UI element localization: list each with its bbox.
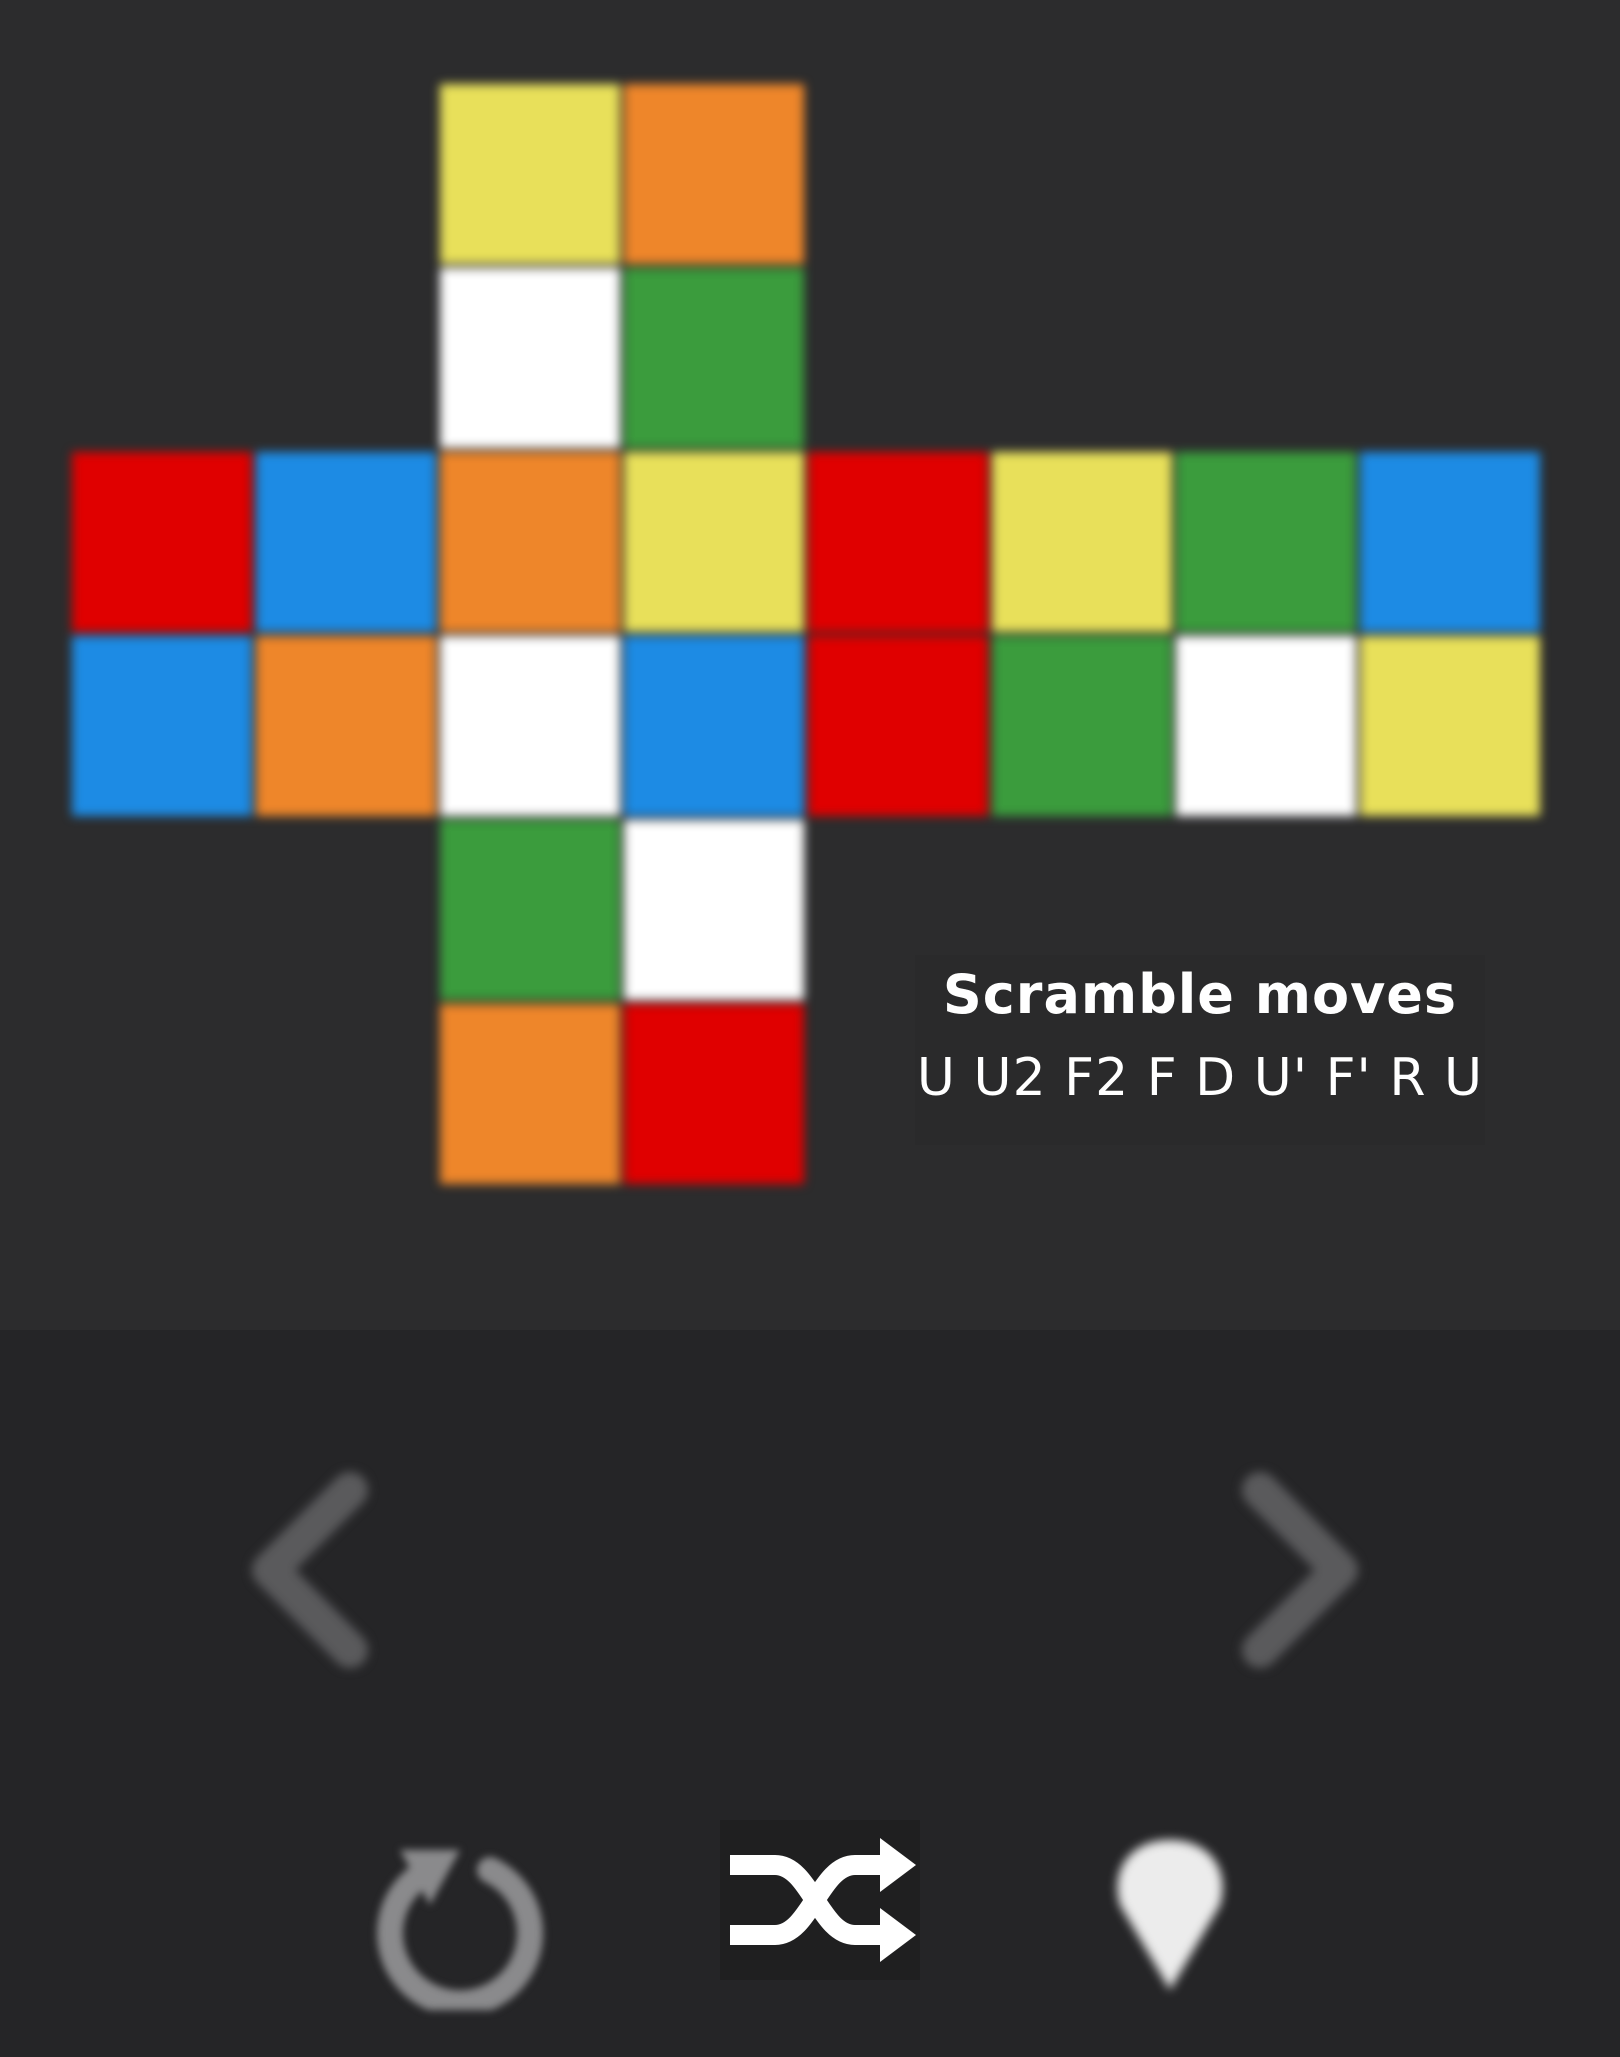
sticker-up-0-0	[440, 84, 620, 264]
sticker-down-1-0	[440, 1004, 620, 1184]
sticker-right-1-0	[808, 636, 988, 816]
sticker-up-0-1	[624, 84, 804, 264]
sticker-left-0-0	[72, 452, 252, 632]
scramble-moves: U U2 F2 F D U' F' R U	[916, 1048, 1484, 1108]
sticker-front-1-1	[624, 636, 804, 816]
sticker-down-0-1	[624, 820, 804, 1000]
sticker-down-1-1	[624, 1004, 804, 1184]
sticker-up-1-0	[440, 268, 620, 448]
sticker-right-1-1	[992, 636, 1172, 816]
previous-button[interactable]	[230, 1470, 390, 1670]
scramble-title: Scramble moves	[942, 963, 1458, 1026]
sticker-back-0-1	[1360, 452, 1540, 632]
sticker-front-0-0	[440, 452, 620, 632]
scramble-panel: Scramble moves U U2 F2 F D U' F' R U	[915, 955, 1485, 1145]
lightbulb-icon	[1117, 1840, 1223, 1990]
sticker-up-1-1	[624, 268, 804, 448]
reset-icon	[377, 1850, 543, 2017]
sticker-left-0-1	[256, 452, 436, 632]
shuffle-icon	[730, 1838, 916, 1962]
sticker-back-0-0	[1176, 452, 1356, 632]
sticker-back-1-1	[1360, 636, 1540, 816]
chevron-left-icon	[252, 1472, 368, 1668]
hint-button[interactable]	[1070, 1810, 1270, 2010]
sticker-right-0-0	[808, 452, 988, 632]
chevron-right-icon	[1242, 1472, 1358, 1668]
sticker-right-0-1	[992, 452, 1172, 632]
sticker-left-1-0	[72, 636, 252, 816]
next-button[interactable]	[1220, 1470, 1380, 1670]
sticker-front-0-1	[624, 452, 804, 632]
reset-button[interactable]	[360, 1810, 560, 2017]
sticker-down-0-0	[440, 820, 620, 1000]
shuffle-button[interactable]	[720, 1820, 920, 1980]
sticker-front-1-0	[440, 636, 620, 816]
sticker-left-1-1	[256, 636, 436, 816]
sticker-back-1-0	[1176, 636, 1356, 816]
